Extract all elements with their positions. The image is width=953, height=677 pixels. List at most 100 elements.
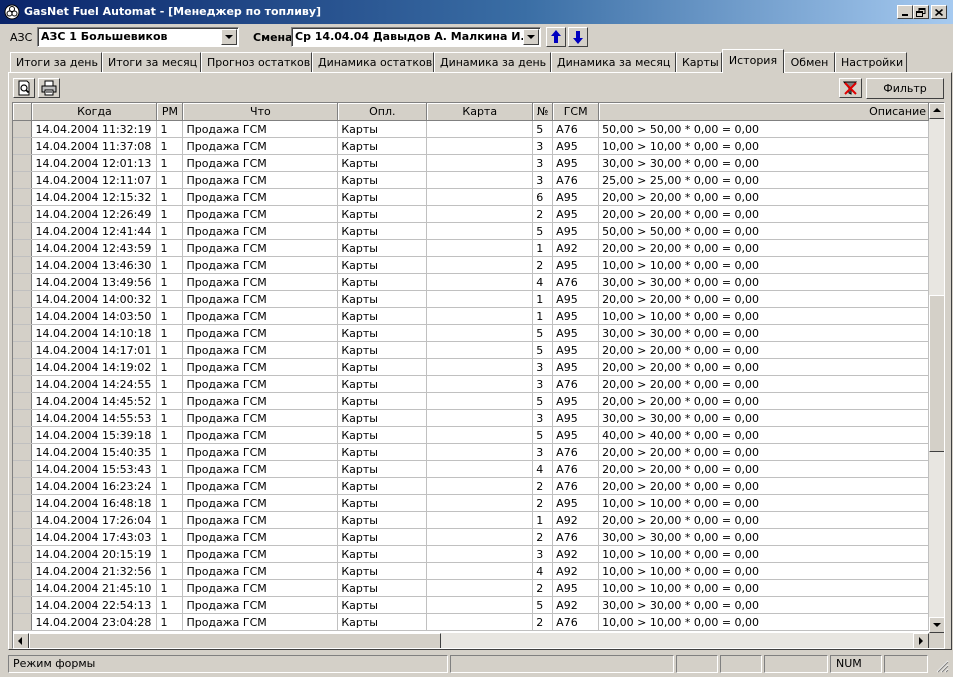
table-row[interactable]: 14.04.2004 14:10:18 1 Продажа ГСМ Карты 5 А95… bbox=[13, 324, 929, 342]
row-indicator[interactable] bbox=[13, 324, 33, 342]
row-indicator[interactable] bbox=[13, 613, 33, 631]
azs-select[interactable]: АЗС 1 Большевиков bbox=[37, 27, 239, 47]
row-indicator[interactable] bbox=[13, 137, 33, 155]
previous-shift-button[interactable] bbox=[546, 27, 566, 47]
table-row[interactable]: 14.04.2004 13:46:30 1 Продажа ГСМ Карты 2 А95… bbox=[13, 256, 929, 274]
tab-monthly-totals[interactable]: Итоги за месяц bbox=[102, 52, 201, 72]
shift-dropdown-button[interactable] bbox=[523, 29, 539, 45]
print-button[interactable] bbox=[38, 78, 60, 98]
table-row[interactable]: 14.04.2004 15:40:35 1 Продажа ГСМ Карты 3 А76… bbox=[13, 443, 929, 461]
column-header-fuel[interactable]: ГСМ bbox=[552, 103, 600, 121]
row-indicator[interactable] bbox=[13, 154, 33, 172]
table-row[interactable]: 14.04.2004 17:26:04 1 Продажа ГСМ Карты 1 А92… bbox=[13, 511, 929, 529]
table-row[interactable]: 14.04.2004 14:00:32 1 Продажа ГСМ Карты 1 А95… bbox=[13, 290, 929, 308]
table-row[interactable]: 14.04.2004 23:04:28 1 Продажа ГСМ Карты 2 А76… bbox=[13, 613, 929, 631]
tab-monthly-dynamics[interactable]: Динамика за месяц bbox=[551, 52, 676, 72]
tab-cards[interactable]: Карты bbox=[676, 52, 722, 72]
shift-select[interactable]: Ср 14.04.04 Давыдов А. Малкина И. bbox=[291, 27, 541, 47]
table-row[interactable]: 14.04.2004 12:01:13 1 Продажа ГСМ Карты 3 А95… bbox=[13, 154, 929, 172]
horizontal-scrollbar[interactable] bbox=[13, 633, 929, 648]
row-indicator[interactable] bbox=[13, 358, 33, 376]
row-indicator[interactable] bbox=[13, 188, 33, 206]
tab-exchange[interactable]: Обмен bbox=[784, 52, 835, 72]
next-shift-button[interactable] bbox=[568, 27, 588, 47]
azs-dropdown-button[interactable] bbox=[221, 29, 237, 45]
table-row[interactable]: 14.04.2004 11:32:19 1 Продажа ГСМ Карты 5 А76… bbox=[13, 120, 929, 138]
row-indicator[interactable] bbox=[13, 120, 33, 138]
table-row[interactable]: 14.04.2004 14:03:50 1 Продажа ГСМ Карты 1 А95… bbox=[13, 307, 929, 325]
table-row[interactable]: 14.04.2004 16:23:24 1 Продажа ГСМ Карты 2 А76… bbox=[13, 477, 929, 495]
table-row[interactable]: 14.04.2004 21:45:10 1 Продажа ГСМ Карты 2 А95… bbox=[13, 579, 929, 597]
row-indicator[interactable] bbox=[13, 409, 33, 427]
scroll-up-button[interactable] bbox=[929, 103, 944, 119]
table-row[interactable]: 14.04.2004 14:24:55 1 Продажа ГСМ Карты 3 А76… bbox=[13, 375, 929, 393]
table-row[interactable]: 14.04.2004 14:45:52 1 Продажа ГСМ Карты 5 А95… bbox=[13, 392, 929, 410]
restore-button[interactable] bbox=[913, 5, 929, 19]
row-indicator[interactable] bbox=[13, 511, 33, 529]
row-indicator[interactable] bbox=[13, 562, 33, 580]
row-indicator[interactable] bbox=[13, 528, 33, 546]
tab-settings[interactable]: Настройки bbox=[835, 52, 907, 72]
table-row[interactable]: 14.04.2004 21:32:56 1 Продажа ГСМ Карты 4 А92… bbox=[13, 562, 929, 580]
column-header-when[interactable]: Когда bbox=[31, 103, 158, 121]
horizontal-scroll-thumb[interactable] bbox=[29, 633, 441, 648]
row-indicator[interactable] bbox=[13, 596, 33, 614]
vertical-scroll-thumb[interactable] bbox=[929, 295, 944, 452]
minimize-button[interactable] bbox=[897, 5, 913, 19]
table-row[interactable]: 14.04.2004 12:43:59 1 Продажа ГСМ Карты 1 А92… bbox=[13, 239, 929, 257]
tab-daily-dynamics[interactable]: Динамика за день bbox=[434, 52, 551, 72]
table-row[interactable]: 14.04.2004 12:26:49 1 Продажа ГСМ Карты 2 А95… bbox=[13, 205, 929, 223]
table-row[interactable]: 14.04.2004 22:54:13 1 Продажа ГСМ Карты 5 А92… bbox=[13, 596, 929, 614]
row-indicator[interactable] bbox=[13, 545, 33, 563]
column-header-what[interactable]: Что bbox=[182, 103, 339, 121]
print-preview-button[interactable] bbox=[13, 78, 35, 98]
column-header-number[interactable]: № bbox=[532, 103, 554, 121]
row-indicator[interactable] bbox=[13, 239, 33, 257]
tab-daily-totals[interactable]: Итоги за день bbox=[10, 52, 102, 72]
row-indicator[interactable] bbox=[13, 205, 33, 223]
table-row[interactable]: 14.04.2004 12:41:44 1 Продажа ГСМ Карты 5 А95… bbox=[13, 222, 929, 240]
row-indicator[interactable] bbox=[13, 171, 33, 189]
column-header-payment[interactable]: Опл. bbox=[337, 103, 428, 121]
vertical-scrollbar[interactable] bbox=[929, 103, 944, 633]
scroll-left-button[interactable] bbox=[13, 633, 29, 648]
scroll-right-button[interactable] bbox=[913, 633, 929, 648]
row-indicator[interactable] bbox=[13, 460, 33, 478]
table-row[interactable]: 14.04.2004 14:19:02 1 Продажа ГСМ Карты 3 А95… bbox=[13, 358, 929, 376]
column-header-rm[interactable]: РМ bbox=[156, 103, 184, 121]
filter-button[interactable]: Фильтр bbox=[866, 78, 944, 99]
row-indicator[interactable] bbox=[13, 290, 33, 308]
row-indicator[interactable] bbox=[13, 307, 33, 325]
resize-grip-icon[interactable] bbox=[935, 659, 949, 673]
history-grid[interactable]: Когда РМ Что Опл. Карта № ГСМ Описание 1… bbox=[12, 102, 945, 649]
table-row[interactable]: 14.04.2004 16:48:18 1 Продажа ГСМ Карты 2 А95… bbox=[13, 494, 929, 512]
row-indicator[interactable] bbox=[13, 341, 33, 359]
row-indicator[interactable] bbox=[13, 477, 33, 495]
table-row[interactable]: 14.04.2004 14:55:53 1 Продажа ГСМ Карты 3 А95… bbox=[13, 409, 929, 427]
gasnet-logo-icon[interactable] bbox=[4, 4, 20, 20]
table-row[interactable]: 14.04.2004 15:39:18 1 Продажа ГСМ Карты 5 А95… bbox=[13, 426, 929, 444]
row-indicator[interactable] bbox=[13, 273, 33, 291]
close-button[interactable] bbox=[931, 5, 947, 19]
table-row[interactable]: 14.04.2004 20:15:19 1 Продажа ГСМ Карты 3 А92… bbox=[13, 545, 929, 563]
row-indicator[interactable] bbox=[13, 443, 33, 461]
tab-balance-dynamics[interactable]: Динамика остатков bbox=[312, 52, 434, 72]
table-row[interactable]: 14.04.2004 15:53:43 1 Продажа ГСМ Карты 4 А76… bbox=[13, 460, 929, 478]
column-header-card[interactable]: Карта bbox=[426, 103, 534, 121]
row-indicator[interactable] bbox=[13, 256, 33, 274]
table-row[interactable]: 14.04.2004 11:37:08 1 Продажа ГСМ Карты 3 А95… bbox=[13, 137, 929, 155]
row-indicator[interactable] bbox=[13, 426, 33, 444]
table-row[interactable]: 14.04.2004 12:15:32 1 Продажа ГСМ Карты 6 А95… bbox=[13, 188, 929, 206]
column-header-description[interactable]: Описание bbox=[598, 103, 929, 121]
row-indicator[interactable] bbox=[13, 222, 33, 240]
row-indicator[interactable] bbox=[13, 392, 33, 410]
row-indicator[interactable] bbox=[13, 494, 33, 512]
tab-balance-forecast[interactable]: Прогноз остатков bbox=[201, 52, 312, 72]
tab-history[interactable]: История bbox=[722, 49, 784, 73]
scroll-down-button[interactable] bbox=[929, 617, 944, 633]
row-indicator[interactable] bbox=[13, 375, 33, 393]
table-row[interactable]: 14.04.2004 12:11:07 1 Продажа ГСМ Карты 3 А76… bbox=[13, 171, 929, 189]
table-row[interactable]: 14.04.2004 14:17:01 1 Продажа ГСМ Карты 5 А95… bbox=[13, 341, 929, 359]
clear-filter-button[interactable] bbox=[839, 78, 862, 98]
table-row[interactable]: 14.04.2004 13:49:56 1 Продажа ГСМ Карты 4 А76… bbox=[13, 273, 929, 291]
